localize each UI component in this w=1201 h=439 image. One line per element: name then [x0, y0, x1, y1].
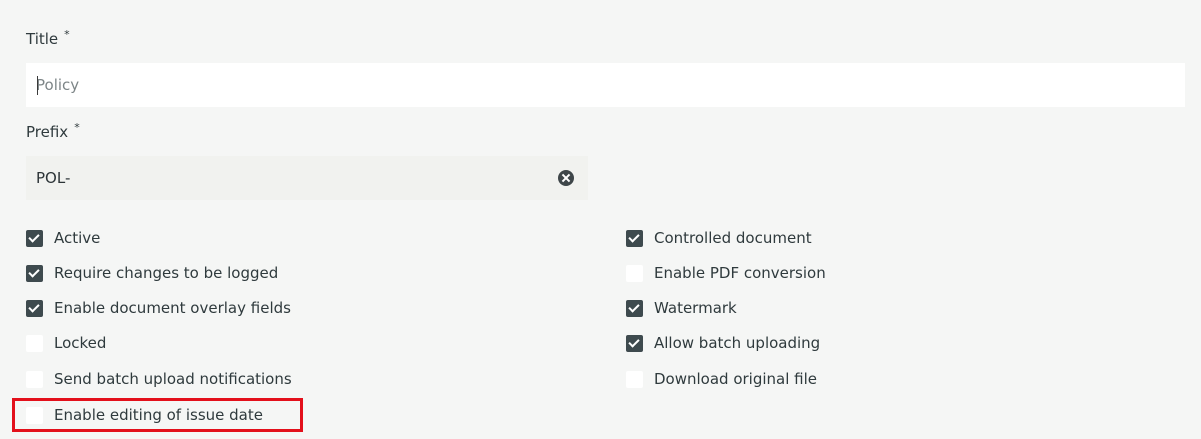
title-label-text: Title [26, 30, 59, 48]
option-label: Enable PDF conversion [654, 264, 826, 282]
checkbox[interactable] [626, 370, 643, 388]
option-label: Require changes to be logged [54, 264, 279, 282]
checked-checkbox[interactable] [626, 299, 643, 317]
prefix-input[interactable] [26, 156, 546, 200]
option-label: Enable document overlay fields [54, 299, 291, 317]
checked-checkbox[interactable] [626, 229, 643, 247]
option-active[interactable]: Active [26, 226, 100, 250]
option-download-original-file[interactable]: Download original file [626, 367, 817, 391]
option-locked[interactable]: Locked [26, 331, 106, 355]
checkbox[interactable] [26, 370, 43, 388]
checked-checkbox[interactable] [26, 264, 43, 282]
checked-checkbox[interactable] [26, 229, 43, 247]
checked-checkbox[interactable] [26, 299, 43, 317]
option-enable-pdf-conversion[interactable]: Enable PDF conversion [626, 261, 826, 285]
required-marker: * [74, 121, 80, 134]
option-label: Enable editing of issue date [54, 406, 263, 424]
option-require-changes-logged[interactable]: Require changes to be logged [26, 261, 278, 285]
required-marker: * [64, 28, 70, 41]
text-caret [37, 76, 38, 95]
title-input[interactable] [26, 63, 1185, 107]
option-label: Allow batch uploading [654, 334, 821, 352]
option-enable-overlay-fields[interactable]: Enable document overlay fields [26, 296, 291, 320]
option-label: Download original file [654, 370, 818, 388]
option-allow-batch-uploading[interactable]: Allow batch uploading [626, 331, 820, 355]
checkbox[interactable] [626, 264, 643, 282]
option-send-batch-notifications[interactable]: Send batch upload notifications [26, 367, 292, 391]
prefix-field-label: Prefix * [26, 121, 80, 141]
checkbox[interactable] [26, 334, 43, 352]
option-controlled-document[interactable]: Controlled document [626, 226, 812, 250]
option-label: Controlled document [654, 229, 812, 247]
clear-icon[interactable] [558, 170, 574, 186]
checked-checkbox[interactable] [626, 334, 643, 352]
option-label: Locked [54, 334, 107, 352]
checkbox[interactable] [26, 406, 43, 424]
option-enable-editing-issue-date[interactable]: Enable editing of issue date [26, 403, 263, 427]
prefix-field [26, 156, 588, 200]
option-watermark[interactable]: Watermark [626, 296, 737, 320]
option-label: Send batch upload notifications [54, 370, 292, 388]
title-field-label: Title * [26, 28, 70, 48]
prefix-label-text: Prefix [26, 123, 69, 141]
option-label: Watermark [654, 299, 737, 317]
option-label: Active [54, 229, 101, 247]
